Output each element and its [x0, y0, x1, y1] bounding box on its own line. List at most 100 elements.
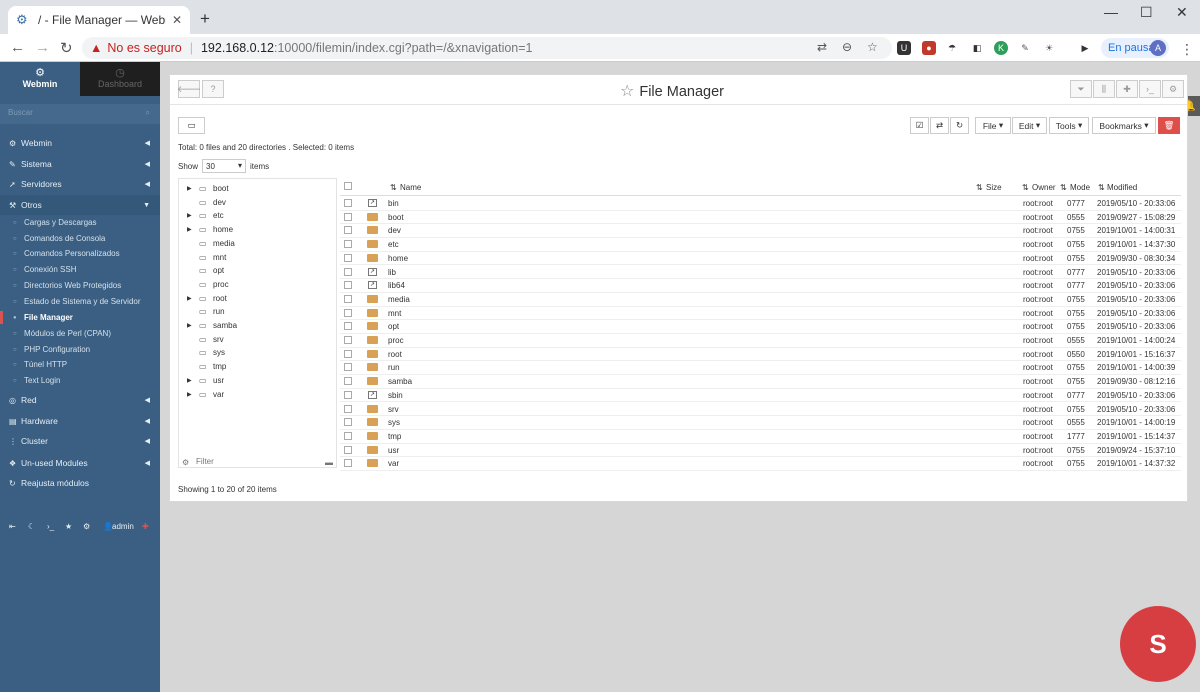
delete-trash-icon[interactable]: 🗑: [1158, 117, 1180, 134]
table-row[interactable]: root root:root 0550 2019/10/01 - 15:16:37: [340, 348, 1181, 362]
media-play-icon[interactable]: ▶: [1078, 41, 1092, 55]
tree-node[interactable]: ▶ ▭ samba: [179, 319, 237, 332]
expand-caret-icon[interactable]: ▶: [179, 185, 192, 192]
row-name[interactable]: samba: [388, 377, 412, 386]
sidebar-subitem-tunel[interactable]: ○ Túnel HTTP: [0, 357, 160, 372]
row-checkbox[interactable]: [344, 418, 352, 427]
sidebar-item-reajusta[interactable]: ↻ Reajusta módulos: [0, 473, 160, 493]
row-checkbox[interactable]: [344, 363, 352, 372]
column-header-owner[interactable]: Owner: [1032, 183, 1056, 192]
tab-close-icon[interactable]: ✕: [172, 13, 182, 27]
row-checkbox[interactable]: [344, 281, 352, 290]
terminal-icon[interactable]: ›_: [1139, 80, 1161, 98]
table-row[interactable]: home root:root 0755 2019/09/30 - 08:30:34: [340, 252, 1181, 266]
sidebar-subitem-comandos-personalizados[interactable]: ○ Comandos Personalizados: [0, 246, 160, 261]
maximize-button[interactable]: ☐: [1140, 4, 1153, 21]
row-name[interactable]: var: [388, 459, 399, 468]
table-row[interactable]: mnt root:root 0755 2019/05/10 - 20:33:06: [340, 307, 1181, 321]
row-name[interactable]: bin: [388, 199, 399, 208]
tools-menu-button[interactable]: Tools ▾: [1049, 117, 1089, 134]
translate-icon[interactable]: ⇄: [817, 40, 827, 54]
terminal-icon[interactable]: ›_: [47, 522, 54, 531]
tree-node[interactable]: ▭ sys: [179, 346, 225, 359]
url-extension-icon[interactable]: U: [897, 41, 911, 55]
tree-node[interactable]: ▭ opt: [179, 264, 224, 277]
row-name[interactable]: media: [388, 295, 410, 304]
sidebar-search-input[interactable]: Buscar ⌕: [0, 104, 160, 124]
table-row[interactable]: dev root:root 0755 2019/10/01 - 14:00:31: [340, 224, 1181, 239]
sidebar-subitem-perl[interactable]: ○ Módulos de Perl (CPAN): [0, 326, 160, 341]
row-name[interactable]: mnt: [388, 309, 401, 318]
tree-node[interactable]: ▭ tmp: [179, 360, 226, 373]
tabs-extension-icon[interactable]: ◧: [970, 41, 984, 55]
row-name[interactable]: sbin: [388, 391, 403, 400]
row-checkbox[interactable]: [344, 349, 352, 358]
expand-caret-icon[interactable]: ▶: [179, 212, 192, 219]
row-checkbox[interactable]: [344, 240, 352, 249]
expand-caret-icon[interactable]: ▶: [179, 295, 192, 302]
star-icon[interactable]: ★: [65, 522, 72, 531]
row-name[interactable]: tmp: [388, 432, 401, 441]
sidebar-subitem-estado[interactable]: ○ Estado de Sistema y de Servidor: [0, 294, 160, 309]
row-checkbox[interactable]: [344, 253, 352, 262]
upload-icon[interactable]: ✚: [1116, 80, 1138, 98]
forward-icon[interactable]: →: [35, 39, 50, 56]
sidebar-item-sistema[interactable]: ✎ Sistema ◀: [0, 154, 160, 174]
sidebar-subitem-text-login[interactable]: ○ Text Login: [0, 373, 160, 388]
table-row[interactable]: boot root:root 0555 2019/09/27 - 15:08:29: [340, 211, 1181, 225]
profile-pause-chip[interactable]: En pausa A: [1101, 38, 1169, 58]
reload-icon[interactable]: ↻: [60, 39, 73, 57]
gears-icon[interactable]: ⚙: [83, 522, 90, 531]
folder-icon[interactable]: ▬: [325, 458, 333, 467]
select-all-icon[interactable]: ☑: [910, 117, 929, 134]
column-header-modified[interactable]: Modified: [1107, 183, 1137, 192]
row-name[interactable]: home: [388, 254, 408, 263]
logout-icon[interactable]: ✚: [142, 522, 149, 531]
tree-node[interactable]: ▭ run: [179, 305, 225, 318]
sidebar-subitem-file-manager[interactable]: ● File Manager: [0, 310, 160, 325]
tree-node[interactable]: ▶ ▭ var: [179, 388, 224, 401]
row-checkbox[interactable]: [344, 294, 352, 303]
table-row[interactable]: run root:root 0755 2019/10/01 - 14:00:39: [340, 361, 1181, 376]
row-checkbox[interactable]: [344, 226, 352, 235]
table-row[interactable]: tmp root:root 1777 2019/10/01 - 15:14:37: [340, 430, 1181, 444]
row-name[interactable]: dev: [388, 226, 401, 235]
row-checkbox[interactable]: [344, 377, 352, 386]
row-name[interactable]: run: [388, 363, 400, 372]
tree-node[interactable]: ▭ proc: [179, 278, 229, 291]
columns-icon[interactable]: ⫼: [1093, 80, 1115, 98]
new-folder-icon[interactable]: ▭: [178, 117, 205, 134]
k-extension-icon[interactable]: K: [994, 41, 1008, 55]
file-menu-button[interactable]: File ▾: [975, 117, 1011, 134]
row-name[interactable]: usr: [388, 446, 399, 455]
back-icon[interactable]: ←: [10, 39, 25, 56]
row-checkbox[interactable]: [344, 267, 352, 276]
invert-selection-icon[interactable]: ⇄: [930, 117, 949, 134]
tree-node[interactable]: ▭ srv: [179, 333, 224, 346]
sidebar-item-cluster[interactable]: ⋮ Cluster ◀: [0, 431, 160, 451]
row-checkbox[interactable]: [344, 431, 352, 440]
filter-icon[interactable]: ⏷: [1070, 80, 1092, 98]
table-row[interactable]: opt root:root 0755 2019/05/10 - 20:33:06: [340, 320, 1181, 334]
refresh-icon[interactable]: ↻: [950, 117, 969, 134]
expand-caret-icon[interactable]: ▶: [179, 391, 192, 398]
bookmark-star-icon[interactable]: ☆: [867, 40, 878, 54]
expand-caret-icon[interactable]: ▶: [179, 377, 192, 384]
page-size-select[interactable]: 30: [202, 159, 247, 173]
tree-node[interactable]: ▭ mnt: [179, 251, 226, 264]
table-row[interactable]: srv root:root 0755 2019/05/10 - 20:33:06: [340, 403, 1181, 417]
tree-node[interactable]: ▶ ▭ root: [179, 292, 227, 305]
star-outline-icon[interactable]: ☆: [620, 83, 634, 100]
tree-node[interactable]: ▶ ▭ etc: [179, 209, 224, 222]
tree-node[interactable]: ▶ ▭ usr: [179, 374, 224, 387]
row-checkbox[interactable]: [344, 336, 352, 344]
gear-icon[interactable]: ⚙: [182, 458, 189, 467]
dashboard-tab[interactable]: ◷ Dashboard: [80, 62, 160, 96]
select-all-checkbox[interactable]: [344, 182, 352, 190]
row-name[interactable]: root: [388, 350, 402, 359]
row-checkbox[interactable]: [344, 308, 352, 317]
row-name[interactable]: etc: [388, 240, 399, 249]
sidebar-item-hardware[interactable]: ▤ Hardware ◀: [0, 411, 160, 431]
bulb-extension-icon[interactable]: ☀: [1042, 41, 1056, 55]
tree-node[interactable]: ▭ dev: [179, 196, 226, 209]
